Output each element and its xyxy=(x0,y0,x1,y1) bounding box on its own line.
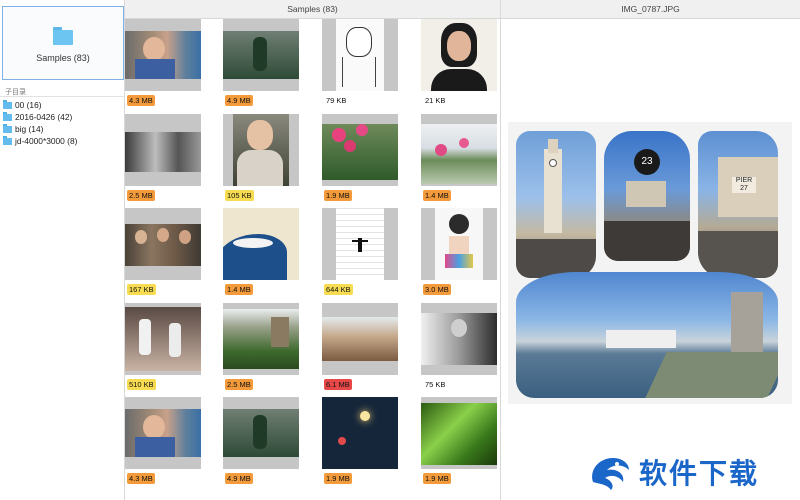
divider xyxy=(0,96,124,97)
thumbnail-image xyxy=(322,114,398,186)
file-size-badge: 510 KB xyxy=(127,379,156,390)
file-size-badge: 21 KB xyxy=(425,96,446,105)
thumbnail-cell[interactable]: 2.5 MB xyxy=(223,303,299,393)
collage-tile-clock-tower xyxy=(516,131,596,278)
thumbnail-cell[interactable]: 4.3 MB xyxy=(125,19,201,109)
collage-tile-pier-27: PIER 27 xyxy=(698,131,778,278)
thumbnail-cell[interactable]: 75 KB xyxy=(421,303,497,393)
file-size-badge: 3.0 MB xyxy=(423,284,451,295)
file-size-badge: 4.9 MB xyxy=(225,95,253,106)
thumbnail-image xyxy=(322,208,398,280)
subdir-item-2016-0426[interactable]: 2016-0426 (42) xyxy=(3,111,123,123)
root-folder-label: Samples (83) xyxy=(36,52,90,63)
file-size-badge: 1.4 MB xyxy=(423,190,451,201)
folder-icon xyxy=(53,26,73,45)
subdir-label: big (14) xyxy=(15,124,44,134)
thumbnail-image xyxy=(322,397,398,469)
file-size-badge: 1.9 MB xyxy=(324,473,352,484)
thumbnail-cell[interactable]: 105 KB xyxy=(223,114,299,204)
file-size-badge: 2.5 MB xyxy=(225,379,253,390)
file-size-badge: 6.1 MB xyxy=(324,379,352,390)
file-size-badge: 167 KB xyxy=(127,284,156,295)
grid-title: Samples (83) xyxy=(287,4,338,14)
thumbnail-cell[interactable]: 1.9 MB xyxy=(421,397,497,487)
watermark: 软件下载 xyxy=(587,449,797,495)
thumbnail-image xyxy=(125,397,201,469)
thumbnail-image xyxy=(421,208,497,280)
subdir-item-big[interactable]: big (14) xyxy=(3,123,123,135)
thumbnail-image xyxy=(223,303,299,375)
folder-sidebar: Samples (83) 子目录 00 (16) 2016-0426 (42) … xyxy=(0,0,125,500)
thumbnail-image xyxy=(322,303,398,375)
thumbnail-image xyxy=(223,19,299,91)
preview-image[interactable]: 23 PIER 27 xyxy=(508,122,792,404)
thumbnail-cell[interactable]: 4.9 MB xyxy=(223,397,299,487)
thumbnail-image xyxy=(421,114,497,186)
thumbnail-cell[interactable]: 510 KB xyxy=(125,303,201,393)
thumbnail-image xyxy=(125,208,201,280)
subdirectory-list: 00 (16) 2016-0426 (42) big (14) jd-4000*… xyxy=(3,99,123,147)
preview-title-bar: IMG_0787.JPG xyxy=(501,0,800,19)
thumbnail-cell[interactable]: 1.9 MB xyxy=(322,397,398,487)
file-size-badge: 1.4 MB xyxy=(225,284,253,295)
file-size-badge: 644 KB xyxy=(324,284,353,295)
thumbnail-image xyxy=(421,19,497,91)
thumbnail-image xyxy=(223,397,299,469)
dragon-logo-icon xyxy=(592,458,629,490)
thumbnail-cell[interactable]: 1.4 MB xyxy=(223,208,299,298)
file-size-badge: 1.9 MB xyxy=(423,473,451,484)
thumbnail-pane: Samples (83) 4.3 MB 4.9 MB 79 KB 21 KB 2.… xyxy=(125,0,500,500)
thumbnail-image xyxy=(223,208,299,280)
subdir-item-00[interactable]: 00 (16) xyxy=(3,99,123,111)
grid-title-bar: Samples (83) xyxy=(125,0,500,19)
thumbnail-image xyxy=(322,19,398,91)
folder-icon xyxy=(3,100,12,109)
collage-tile-pier-23: 23 xyxy=(604,131,690,261)
thumbnail-image xyxy=(223,114,299,186)
preview-filename: IMG_0787.JPG xyxy=(621,4,680,14)
thumbnail-cell[interactable]: 644 KB xyxy=(322,208,398,298)
thumbnail-cell[interactable]: 1.4 MB xyxy=(421,114,497,204)
thumbnail-grid[interactable]: 4.3 MB 4.9 MB 79 KB 21 KB 2.5 MB 105 KB xyxy=(125,19,500,500)
thumbnail-cell[interactable]: 4.3 MB xyxy=(125,397,201,487)
thumbnail-cell[interactable]: 21 KB xyxy=(421,19,497,109)
thumbnail-cell[interactable]: 4.9 MB xyxy=(223,19,299,109)
subdir-label: 00 (16) xyxy=(15,100,42,110)
file-size-badge: 4.9 MB xyxy=(225,473,253,484)
file-size-badge: 4.3 MB xyxy=(127,95,155,106)
file-size-badge: 2.5 MB xyxy=(127,190,155,201)
folder-icon xyxy=(3,124,12,133)
file-size-badge: 105 KB xyxy=(225,190,254,201)
thumbnail-cell[interactable]: 167 KB xyxy=(125,208,201,298)
thumbnail-cell[interactable]: 79 KB xyxy=(322,19,398,109)
app-window: Samples (83) 子目录 00 (16) 2016-0426 (42) … xyxy=(0,0,800,500)
file-size-badge: 75 KB xyxy=(425,380,446,389)
thumbnail-image xyxy=(125,114,201,186)
subdir-item-jd[interactable]: jd-4000*3000 (8) xyxy=(3,135,123,147)
thumbnail-image xyxy=(421,303,497,375)
thumbnail-image xyxy=(421,397,497,469)
watermark-text: 软件下载 xyxy=(639,457,760,490)
root-folder-card[interactable]: Samples (83) xyxy=(2,6,124,80)
thumbnail-cell[interactable]: 6.1 MB xyxy=(322,303,398,393)
thumbnail-cell[interactable]: 3.0 MB xyxy=(421,208,497,298)
file-size-badge: 4.3 MB xyxy=(127,473,155,484)
thumbnail-image xyxy=(125,303,201,375)
subdir-label: jd-4000*3000 (8) xyxy=(15,136,78,146)
file-size-badge: 79 KB xyxy=(326,96,347,105)
thumbnail-cell[interactable]: 1.9 MB xyxy=(322,114,398,204)
file-size-badge: 1.9 MB xyxy=(324,190,352,201)
folder-icon xyxy=(3,136,12,145)
subdir-label: 2016-0426 (42) xyxy=(15,112,73,122)
collage-tile-waterfront xyxy=(516,272,778,398)
thumbnail-cell[interactable]: 2.5 MB xyxy=(125,114,201,204)
preview-pane: IMG_0787.JPG 23 PIER 27 xyxy=(500,0,800,500)
thumbnail-image xyxy=(125,19,201,91)
folder-icon xyxy=(3,112,12,121)
